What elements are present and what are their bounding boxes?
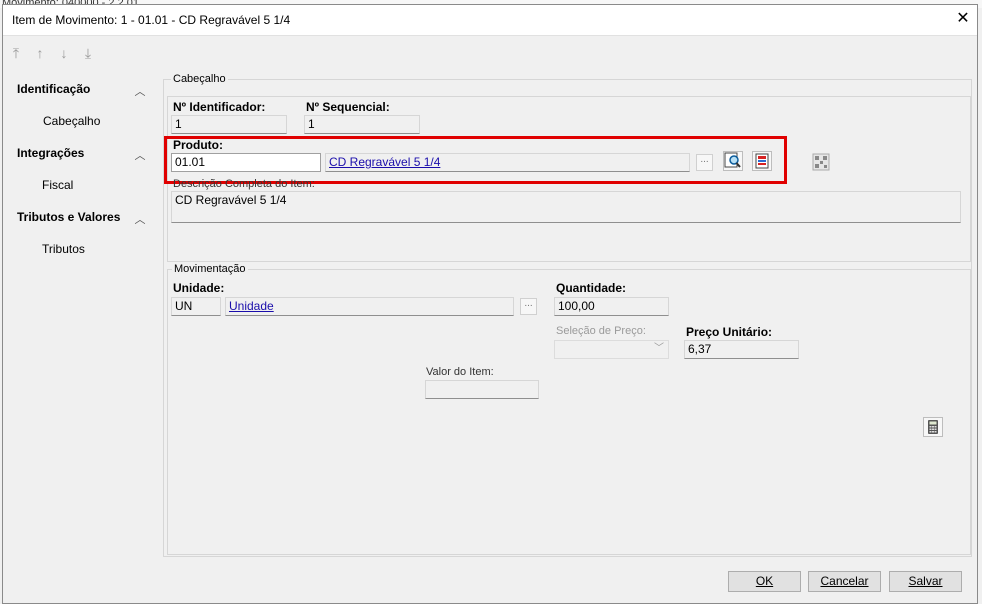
unidade-label: Unidade: bbox=[173, 281, 225, 295]
chevron-up-icon[interactable]: ︿ bbox=[133, 211, 147, 226]
chevron-up-icon[interactable]: ︿ bbox=[133, 147, 147, 162]
descricao-field[interactable]: CD Regravável 5 1/4 bbox=[171, 191, 961, 223]
produto-label: Produto: bbox=[173, 138, 223, 152]
descricao-label: Descrição Completa do Item: bbox=[173, 178, 315, 190]
cancel-button-label: Cancelar bbox=[820, 574, 869, 588]
identificador-field: 1 bbox=[171, 115, 287, 134]
unidade-lookup-button[interactable]: ... bbox=[520, 298, 537, 315]
valor-item-label: Valor do Item: bbox=[426, 366, 494, 378]
cabecalho-group-label: Cabeçalho bbox=[171, 73, 228, 85]
product-barcode-icon[interactable] bbox=[812, 153, 830, 171]
unidade-name-field[interactable]: Unidade bbox=[225, 297, 514, 316]
chevron-down-icon: ﹀ bbox=[654, 343, 664, 354]
valor-item-field bbox=[425, 380, 539, 399]
product-search-icon[interactable] bbox=[723, 151, 743, 171]
unidade-link[interactable]: Unidade bbox=[229, 299, 274, 313]
last-record-icon[interactable]: ⤓ bbox=[81, 45, 95, 61]
ok-button[interactable]: OK bbox=[728, 571, 801, 592]
cancel-button[interactable]: Cancelar bbox=[808, 571, 881, 592]
chevron-up-icon[interactable]: ︿ bbox=[133, 83, 147, 98]
sequencial-field: 1 bbox=[304, 115, 420, 134]
save-button[interactable]: Salvar bbox=[889, 571, 962, 592]
close-icon[interactable]: ✕ bbox=[953, 8, 973, 30]
first-record-icon[interactable]: ⤒ bbox=[9, 45, 23, 61]
produto-code-input[interactable]: 01.01 bbox=[171, 153, 321, 172]
nav-item-cabecalho[interactable]: Cabeçalho bbox=[43, 114, 100, 128]
dialog-titlebar: Item de Movimento: 1 - 01.01 - CD Regrav… bbox=[3, 5, 977, 36]
previous-record-icon[interactable]: ↑ bbox=[33, 45, 47, 61]
nav-section-identificacao[interactable]: Identificação bbox=[17, 82, 90, 96]
unidade-code-field[interactable]: UN bbox=[171, 297, 221, 316]
quantidade-field[interactable]: 100,00 bbox=[554, 297, 669, 316]
preco-unitario-field[interactable]: 6,37 bbox=[684, 340, 799, 359]
ok-button-label: OK bbox=[755, 574, 774, 588]
produto-name-field[interactable]: CD Regravável 5 1/4 bbox=[325, 153, 690, 172]
selecao-preco-label: Seleção de Preço: bbox=[556, 325, 646, 337]
preco-unitario-label: Preço Unitário: bbox=[686, 325, 773, 339]
product-detail-icon[interactable] bbox=[752, 151, 772, 171]
item-movimento-dialog: Item de Movimento: 1 - 01.01 - CD Regrav… bbox=[2, 4, 978, 604]
movimentacao-group-label: Movimentação bbox=[172, 263, 248, 275]
produto-lookup-button[interactable]: ... bbox=[696, 154, 713, 171]
dialog-title: Item de Movimento: 1 - 01.01 - CD Regrav… bbox=[12, 13, 291, 27]
produto-name-link[interactable]: CD Regravável 5 1/4 bbox=[329, 155, 440, 169]
nav-section-integracoes[interactable]: Integrações bbox=[17, 146, 84, 160]
save-button-label: Salvar bbox=[908, 574, 943, 588]
quantidade-label: Quantidade: bbox=[556, 281, 627, 295]
next-record-icon[interactable]: ↓ bbox=[57, 45, 71, 61]
calculator-icon[interactable] bbox=[923, 417, 943, 437]
nav-item-fiscal[interactable]: Fiscal bbox=[42, 178, 73, 192]
nav-section-tributos-valores[interactable]: Tributos e Valores bbox=[17, 210, 120, 224]
nav-item-tributos[interactable]: Tributos bbox=[42, 242, 85, 256]
selecao-preco-select: ﹀ bbox=[554, 340, 669, 359]
sequencial-label: Nº Sequencial: bbox=[306, 100, 390, 114]
identificador-label: Nº Identificador: bbox=[173, 100, 266, 114]
